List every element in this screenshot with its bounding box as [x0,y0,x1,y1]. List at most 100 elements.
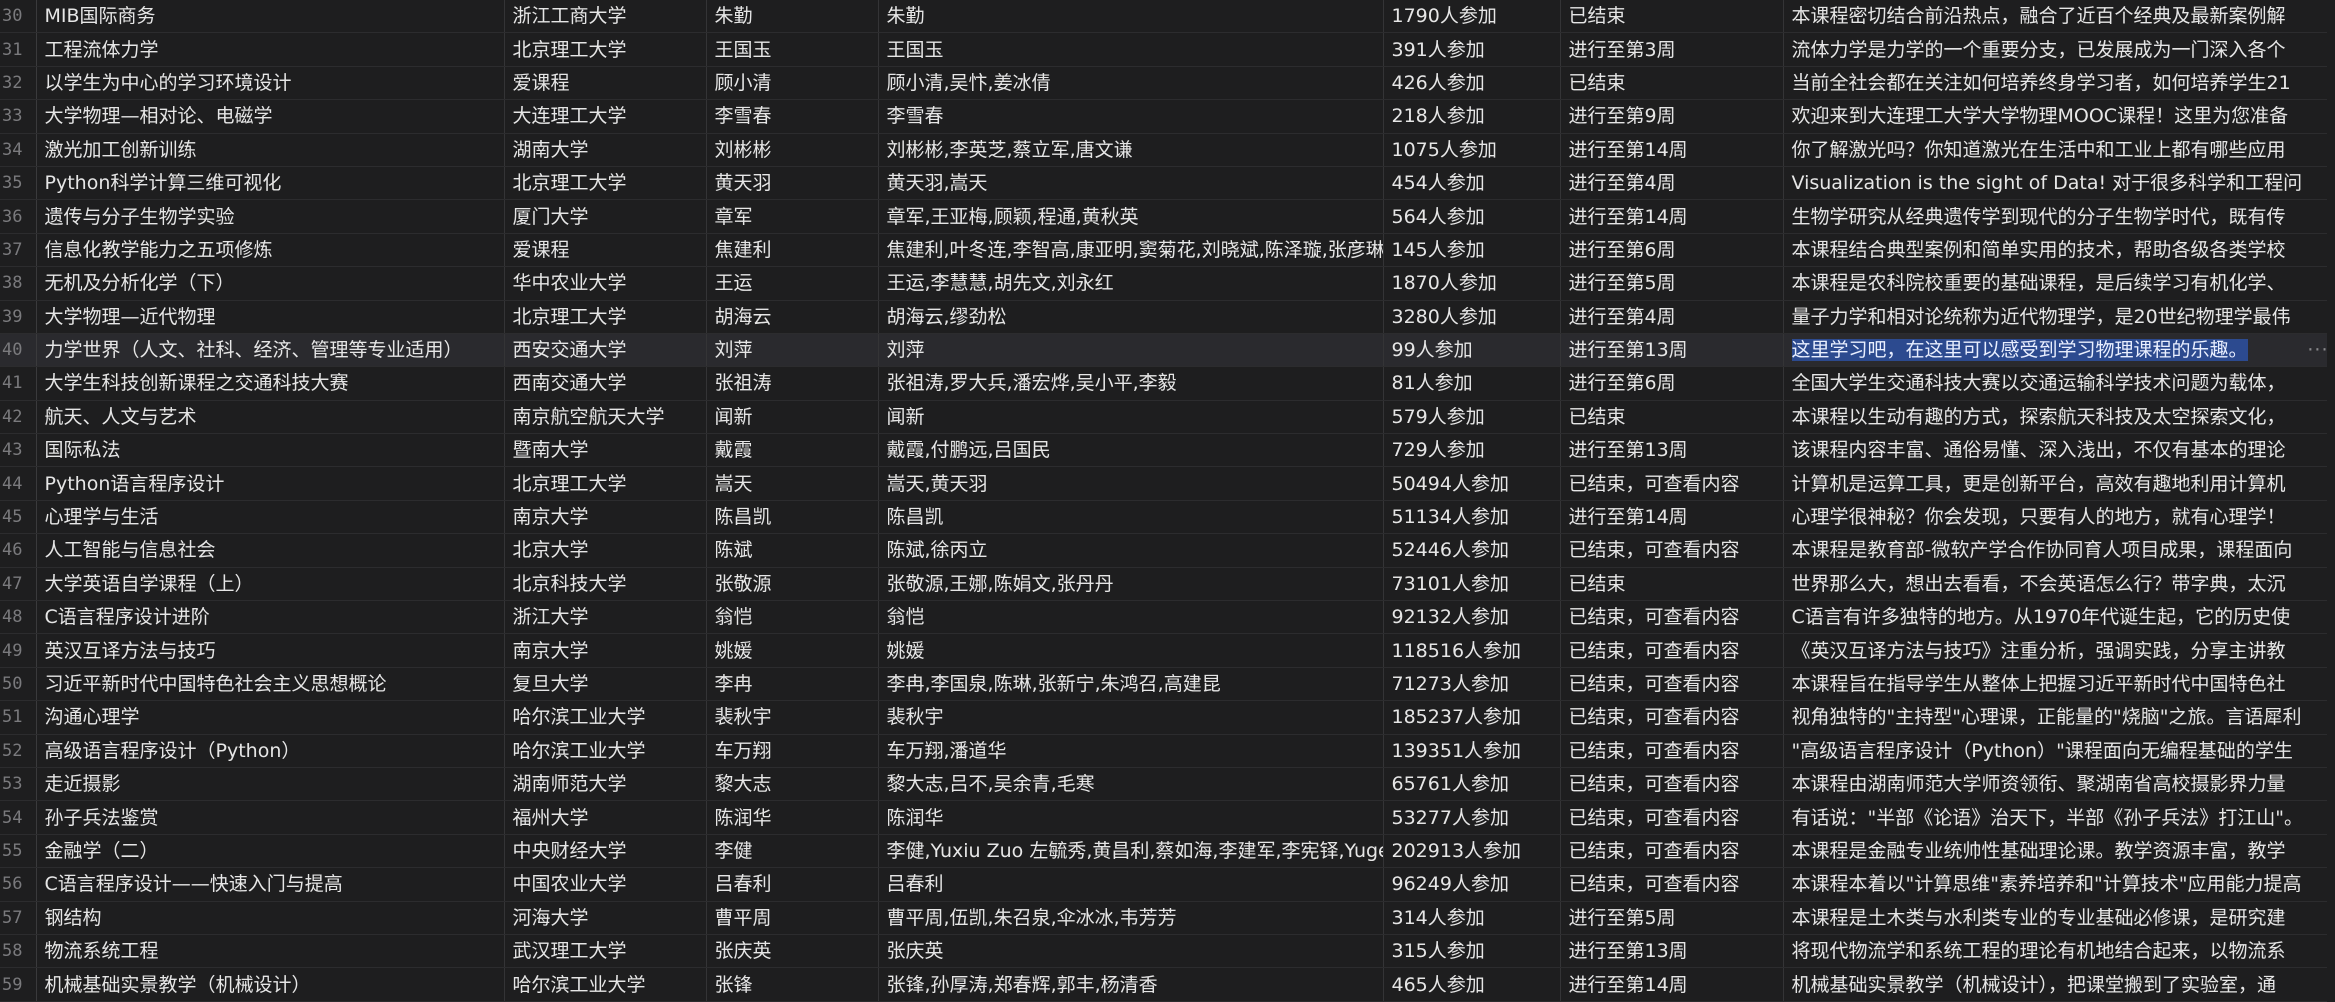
table-row[interactable]: 42 航天、人文与艺术 南京航空航天大学 闻新 闻新 579人参加 已结束 本课程以生动有趣的… [0,400,2335,435]
vertical-scrollbar[interactable] [2327,0,2335,1002]
table-row[interactable]: 58 物流系统工程 武汉理工大学 张庆英 张庆英 315人参加 进行至第13周 将现代物流学和… [0,934,2335,969]
school-cell[interactable]: 爱课程 [504,66,707,101]
teacher-cell[interactable]: 陈斌 [706,533,879,568]
enrollment-cell[interactable]: 218人参加 [1383,99,1561,134]
teacher-cell[interactable]: 车万翔 [706,734,879,768]
table-row[interactable]: 48 C语言程序设计进阶 浙江大学 翁恺 翁恺 92132人参加 已结束，可查看内容 C语言有… [0,600,2335,635]
intro-cell[interactable]: 本课程以生动有趣的方式，探索航天科技及太空探索文化， [1783,400,2335,435]
teacher-cell[interactable]: 张庆英 [706,934,879,969]
enrollment-cell[interactable]: 139351人参加 [1383,734,1561,768]
enrollment-cell[interactable]: 118516人参加 [1383,633,1561,668]
enrollment-cell[interactable]: 314人参加 [1383,901,1561,935]
enrollment-cell[interactable]: 71273人参加 [1383,667,1561,702]
enrollment-cell[interactable]: 185237人参加 [1383,700,1561,735]
enrollment-cell[interactable]: 99人参加 [1383,333,1561,368]
intro-cell[interactable]: 这里学习吧，在这里可以感受到学习物理课程的乐趣。 ··· [1783,333,2335,368]
course-name-cell[interactable]: 人工智能与信息社会 [36,533,505,568]
teacher-cell[interactable]: 刘萍 [706,333,879,368]
team-cell[interactable]: 王国玉 [878,32,1384,67]
teacher-cell[interactable]: 姚媛 [706,633,879,668]
team-cell[interactable]: 焦建利,叶冬连,李智高,康亚明,窦菊花,刘晓斌,陈泽璇,张彦琳, [878,233,1384,268]
status-cell[interactable]: 已结束，可查看内容 [1560,466,1784,501]
team-cell[interactable]: 黄天羽,嵩天 [878,166,1384,201]
enrollment-cell[interactable]: 564人参加 [1383,199,1561,234]
teacher-cell[interactable]: 戴霞 [706,433,879,468]
status-cell[interactable]: 进行至第6周 [1560,233,1784,268]
team-cell[interactable]: 张锋,孙厚涛,郑春辉,郭丰,杨清香 [878,967,1384,1002]
intro-cell[interactable]: 当前全社会都在关注如何培养终身学习者，如何培养学生21 [1783,66,2335,101]
course-name-cell[interactable]: C语言程序设计——快速入门与提高 [36,867,505,902]
course-name-cell[interactable]: 力学世界（人文、社科、经济、管理等专业适用） [36,333,505,368]
team-cell[interactable]: 胡海云,缪劲松 [878,300,1384,334]
teacher-cell[interactable]: 章军 [706,199,879,234]
intro-cell[interactable]: 全国大学生交通科技大赛以交通运输科学技术问题为载体， [1783,366,2335,401]
status-cell[interactable]: 已结束，可查看内容 [1560,800,1784,835]
table-row[interactable]: 30 MIB国际商务 浙江工商大学 朱勤 朱勤 1790人参加 已结束 本课程密切结合前沿热点… [0,0,2335,34]
table-row[interactable]: 49 英汉互译方法与技巧 南京大学 姚媛 姚媛 118516人参加 已结束，可查看内容 《英汉… [0,633,2335,668]
teacher-cell[interactable]: 王运 [706,266,879,301]
school-cell[interactable]: 南京大学 [504,500,707,535]
table-row[interactable]: 36 遗传与分子生物学实验 厦门大学 章军 章军,王亚梅,顾颖,程通,黄秋英 564人参加… [0,199,2335,234]
intro-cell[interactable]: 本课程本着以"计算思维"素养培养和"计算技术"应用能力提高 [1783,867,2335,902]
school-cell[interactable]: 哈尔滨工业大学 [504,734,707,768]
enrollment-cell[interactable]: 145人参加 [1383,233,1561,268]
status-cell[interactable]: 已结束，可查看内容 [1560,767,1784,802]
course-name-cell[interactable]: MIB国际商务 [36,0,505,34]
team-cell[interactable]: 车万翔,潘道华 [878,734,1384,768]
school-cell[interactable]: 武汉理工大学 [504,934,707,969]
status-cell[interactable]: 进行至第14周 [1560,199,1784,234]
intro-cell[interactable]: 量子力学和相对论统称为近代物理学，是20世纪物理学最伟 [1783,300,2335,334]
status-cell[interactable]: 进行至第5周 [1560,266,1784,301]
table-row[interactable]: 44 Python语言程序设计 北京理工大学 嵩天 嵩天,黄天羽 50494人参加 已结束，… [0,466,2335,501]
teacher-cell[interactable]: 陈昌凯 [706,500,879,535]
school-cell[interactable]: 南京航空航天大学 [504,400,707,435]
table-row[interactable]: 46 人工智能与信息社会 北京大学 陈斌 陈斌,徐丙立 52446人参加 已结束，可查看内容… [0,533,2335,568]
team-cell[interactable]: 张庆英 [878,934,1384,969]
team-cell[interactable]: 曹平周,伍凯,朱召泉,伞冰冰,韦芳芳 [878,901,1384,935]
status-cell[interactable]: 已结束，可查看内容 [1560,533,1784,568]
intro-cell[interactable]: 世界那么大，想出去看看，不会英语怎么行？带字典，太沉 [1783,567,2335,602]
course-name-cell[interactable]: 工程流体力学 [36,32,505,67]
school-cell[interactable]: 爱课程 [504,233,707,268]
school-cell[interactable]: 北京理工大学 [504,32,707,67]
table-row[interactable]: 47 大学英语自学课程（上） 北京科技大学 张敬源 张敬源,王娜,陈娟文,张丹丹 7310… [0,567,2335,602]
csv-data-grid[interactable]: 30 MIB国际商务 浙江工商大学 朱勤 朱勤 1790人参加 已结束 本课程密切结合前沿热点… [0,0,2335,1002]
school-cell[interactable]: 福州大学 [504,800,707,835]
course-name-cell[interactable]: Python科学计算三维可视化 [36,166,505,201]
enrollment-cell[interactable]: 729人参加 [1383,433,1561,468]
school-cell[interactable]: 西安交通大学 [504,333,707,368]
school-cell[interactable]: 湖南师范大学 [504,767,707,802]
school-cell[interactable]: 哈尔滨工业大学 [504,967,707,1002]
course-name-cell[interactable]: 大学物理—相对论、电磁学 [36,99,505,134]
team-cell[interactable]: 裴秋宇 [878,700,1384,735]
course-name-cell[interactable]: Python语言程序设计 [36,466,505,501]
teacher-cell[interactable]: 陈润华 [706,800,879,835]
table-row[interactable]: 52 高级语言程序设计（Python） 哈尔滨工业大学 车万翔 车万翔,潘道华 13935… [0,734,2335,768]
status-cell[interactable]: 进行至第14周 [1560,133,1784,167]
status-cell[interactable]: 已结束 [1560,400,1784,435]
status-cell[interactable]: 进行至第3周 [1560,32,1784,67]
course-name-cell[interactable]: 机械基础实景教学（机械设计） [36,967,505,1002]
team-cell[interactable]: 李雪春 [878,99,1384,134]
teacher-cell[interactable]: 李雪春 [706,99,879,134]
enrollment-cell[interactable]: 3280人参加 [1383,300,1561,334]
enrollment-cell[interactable]: 202913人参加 [1383,834,1561,869]
intro-cell[interactable]: 计算机是运算工具，更是创新平台，高效有趣地利用计算机 [1783,466,2335,501]
status-cell[interactable]: 已结束，可查看内容 [1560,667,1784,702]
team-cell[interactable]: 翁恺 [878,600,1384,635]
school-cell[interactable]: 大连理工大学 [504,99,707,134]
school-cell[interactable]: 暨南大学 [504,433,707,468]
school-cell[interactable]: 湖南大学 [504,133,707,167]
enrollment-cell[interactable]: 1790人参加 [1383,0,1561,34]
team-cell[interactable]: 李健,Yuxiu Zuo 左毓秀,黄昌利,蔡如海,李建军,李宪铎,Yuge [878,834,1384,869]
team-cell[interactable]: 顾小清,吴忭,姜冰倩 [878,66,1384,101]
teacher-cell[interactable]: 黎大志 [706,767,879,802]
team-cell[interactable]: 张祖涛,罗大兵,潘宏烨,吴小平,李毅 [878,366,1384,401]
table-row[interactable]: 43 国际私法 暨南大学 戴霞 戴霞,付鹏远,吕国民 729人参加 进行至第13周 该课程内容… [0,433,2335,468]
team-cell[interactable]: 刘彬彬,李英芝,蔡立军,唐文谦 [878,133,1384,167]
status-cell[interactable]: 进行至第13周 [1560,934,1784,969]
table-row[interactable]: 56 C语言程序设计——快速入门与提高 中国农业大学 吕春利 吕春利 96249人参加 已结… [0,867,2335,902]
table-row[interactable]: 38 无机及分析化学（下） 华中农业大学 王运 王运,李慧慧,胡先文,刘永红 1870人参… [0,266,2335,301]
table-row[interactable]: 41 大学生科技创新课程之交通科技大赛 西南交通大学 张祖涛 张祖涛,罗大兵,潘宏烨,吴… [0,366,2335,401]
course-name-cell[interactable]: 英汉互译方法与技巧 [36,633,505,668]
